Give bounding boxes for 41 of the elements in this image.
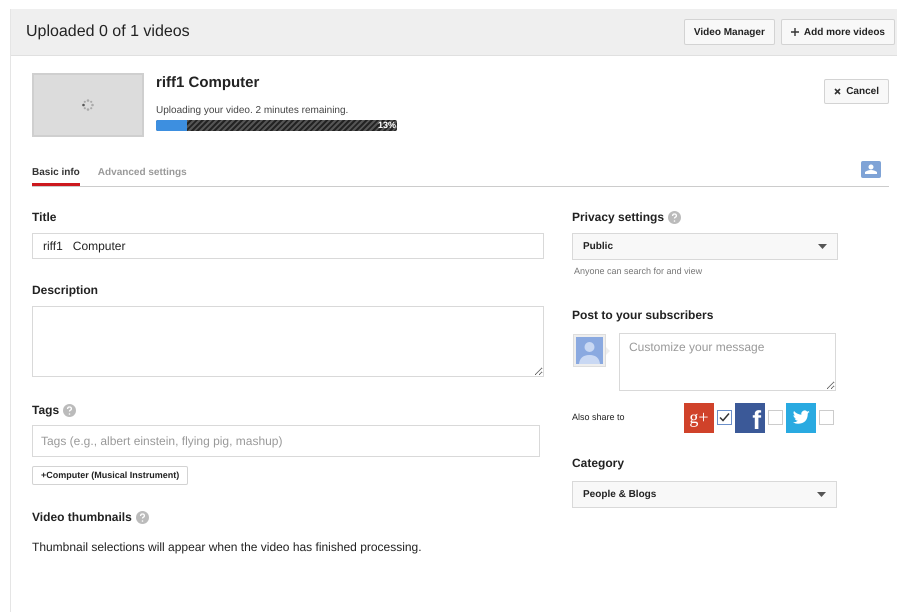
add-videos-button[interactable]: Add more videos bbox=[780, 19, 895, 45]
category-dropdown[interactable]: People & Blogs bbox=[572, 480, 837, 508]
field-label: Video thumbnails bbox=[32, 509, 132, 526]
plus-icon bbox=[790, 28, 799, 36]
tab[interactable]: Basic info bbox=[32, 161, 80, 186]
page-title: Uploaded 0 of 1 videos bbox=[26, 22, 190, 42]
dropdown-caret-icon bbox=[818, 244, 827, 249]
checkbox[interactable] bbox=[819, 410, 834, 425]
field-label: Tags bbox=[32, 402, 60, 419]
progress-percent: 13% bbox=[378, 118, 396, 132]
field-label: Title bbox=[32, 209, 58, 226]
field-label: Post to your subscribers bbox=[572, 306, 714, 324]
field-label: Category bbox=[572, 454, 626, 472]
video-title: riff1 Computer bbox=[156, 73, 260, 93]
google-plus-logo: g+ bbox=[684, 402, 714, 432]
loading-spinner-icon bbox=[82, 99, 94, 111]
close-icon bbox=[834, 88, 842, 95]
avatar-icon bbox=[573, 334, 611, 366]
facebook-logo: f bbox=[735, 402, 765, 432]
tag-suggestion-button[interactable]: +Computer (Musical Instrument) bbox=[32, 466, 188, 485]
help-icon[interactable] bbox=[668, 210, 682, 224]
help-icon[interactable] bbox=[136, 510, 149, 524]
bird-logo-icon bbox=[786, 402, 816, 432]
upload-icon bbox=[861, 161, 881, 178]
dropdown-caret-icon bbox=[817, 492, 826, 496]
privacy-dropdown[interactable]: Public bbox=[572, 233, 838, 260]
help-icon[interactable] bbox=[63, 404, 76, 416]
message-field[interactable]: Customize your message bbox=[619, 332, 836, 390]
video-manager-button[interactable]: Video Manager bbox=[684, 19, 775, 45]
title-field[interactable]: riff1 Computer bbox=[32, 233, 544, 259]
share-label: Also share to bbox=[572, 410, 626, 424]
tags-field[interactable]: Tags (e.g., albert einstein, flying pig, mashup) bbox=[32, 425, 540, 457]
upload-status: Uploading your video. 2 minutes remaining. bbox=[156, 104, 350, 118]
field-label: Description bbox=[32, 282, 100, 299]
checkbox[interactable] bbox=[768, 410, 783, 425]
description-field[interactable] bbox=[32, 306, 544, 377]
checkbox[interactable] bbox=[717, 410, 732, 425]
field-label: Privacy settings bbox=[572, 209, 664, 226]
privacy-hint: Anyone can search for and view bbox=[574, 265, 704, 278]
thumbnails-note: Thumbnail selections will appear when the video has finished processing. bbox=[32, 539, 423, 556]
cancel-button[interactable]: Cancel bbox=[824, 79, 889, 104]
